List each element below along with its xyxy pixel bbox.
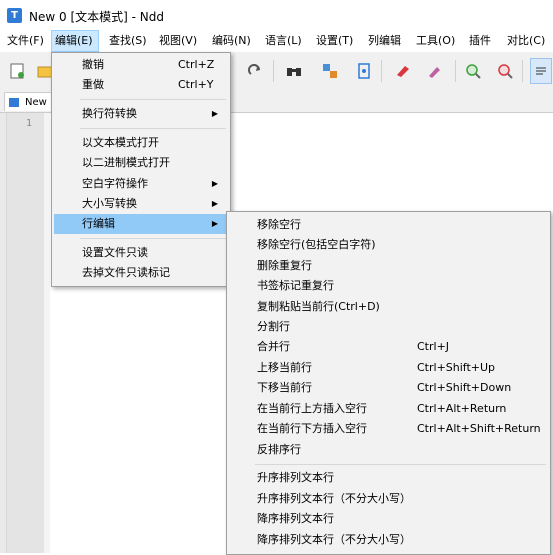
menu-item-split-lines[interactable]: 分割行 xyxy=(229,317,548,337)
toolbar-separator xyxy=(381,60,382,82)
window-title: New 0 [文本模式] - Ndd xyxy=(29,10,164,24)
submenu-arrow-icon: ▶ xyxy=(211,219,218,228)
zoom-in-icon[interactable] xyxy=(464,62,482,80)
find-binoculars-icon[interactable] xyxy=(285,62,303,80)
menu-item-move-down[interactable]: 下移当前行 Ctrl+Shift+Down xyxy=(229,378,548,398)
menu-search[interactable]: 查找(S) xyxy=(106,30,150,52)
menu-separator xyxy=(80,238,226,239)
submenu-arrow-icon: ▶ xyxy=(211,199,218,208)
menu-item-reverse[interactable]: 反排序行 xyxy=(229,440,548,460)
menu-item-bookmark-duplicates[interactable]: 书签标记重复行 xyxy=(229,276,548,296)
menu-item-move-up[interactable]: 上移当前行 Ctrl+Shift+Up xyxy=(229,358,548,378)
menu-column-edit[interactable]: 列编辑 xyxy=(365,30,404,52)
menu-item-open-text-mode[interactable]: 以文本模式打开 xyxy=(54,133,228,153)
menu-file[interactable]: 文件(F) xyxy=(4,30,47,52)
menu-separator xyxy=(255,464,546,465)
menu-view[interactable]: 视图(V) xyxy=(156,30,200,52)
submenu-arrow-icon: ▶ xyxy=(211,179,218,188)
menu-item-remove-empty-ws[interactable]: 移除空行(包括空白字符) xyxy=(229,235,548,255)
replace-icon[interactable] xyxy=(321,62,339,80)
redo-icon[interactable] xyxy=(246,62,264,80)
menu-item-insert-above[interactable]: 在当前行上方插入空行 Ctrl+Alt+Return xyxy=(229,399,548,419)
gutter-strip xyxy=(0,113,7,553)
menu-item-insert-below[interactable]: 在当前行下方插入空行 Ctrl+Alt+Shift+Return xyxy=(229,419,548,439)
menu-language[interactable]: 语言(L) xyxy=(262,30,305,52)
menu-item-duplicate-line[interactable]: 复制粘贴当前行(Ctrl+D) xyxy=(229,297,548,317)
line-number-gutter: 1 xyxy=(0,113,50,553)
menu-item-undo[interactable]: 撤销 Ctrl+Z xyxy=(54,55,228,75)
menu-separator xyxy=(80,99,226,100)
menu-item-line-edit[interactable]: 行编辑 ▶ xyxy=(54,214,228,234)
menu-item-set-readonly[interactable]: 设置文件只读 xyxy=(54,243,228,263)
menu-compare[interactable]: 对比(C) xyxy=(504,30,548,52)
new-file-icon[interactable] xyxy=(8,62,26,80)
menu-item-open-binary-mode[interactable]: 以二进制模式打开 xyxy=(54,153,228,173)
wrap-lines-icon[interactable] xyxy=(530,58,552,84)
menu-item-remove-empty[interactable]: 移除空行 xyxy=(229,215,548,235)
toolbar-separator xyxy=(522,60,523,82)
toolbar-separator xyxy=(273,60,274,82)
clear-marker-icon[interactable] xyxy=(426,62,444,80)
fold-margin xyxy=(44,113,50,553)
menu-item-sort-asc[interactable]: 升序排列文本行 xyxy=(229,468,548,488)
document-icon xyxy=(9,97,19,107)
submenu-arrow-icon: ▶ xyxy=(211,109,218,118)
menu-item-case-convert[interactable]: 大小写转换 ▶ xyxy=(54,194,228,214)
tab-label: New xyxy=(25,97,47,108)
line-edit-submenu: 移除空行 移除空行(包括空白字符) 删除重复行 书签标记重复行 复制粘贴当前行(… xyxy=(226,211,551,555)
menu-item-whitespace-ops[interactable]: 空白字符操作 ▶ xyxy=(54,174,228,194)
menu-item-redo[interactable]: 重做 Ctrl+Y xyxy=(54,75,228,95)
menu-item-sort-desc[interactable]: 降序排列文本行 xyxy=(229,509,548,529)
zoom-out-icon[interactable] xyxy=(496,62,514,80)
menu-item-remove-duplicates[interactable]: 删除重复行 xyxy=(229,256,548,276)
menu-item-sort-asc-ci[interactable]: 升序排列文本行（不分大小写） xyxy=(229,489,548,509)
menu-settings[interactable]: 设置(T) xyxy=(313,30,356,52)
toolbar-separator xyxy=(455,60,456,82)
menu-item-eol-convert[interactable]: 换行符转换 ▶ xyxy=(54,104,228,124)
menu-tools[interactable]: 工具(O) xyxy=(413,30,458,52)
menu-item-join-lines[interactable]: 合并行 Ctrl+J xyxy=(229,337,548,357)
edit-menu: 撤销 Ctrl+Z 重做 Ctrl+Y 换行符转换 ▶ 以文本模式打开 以二进制… xyxy=(51,52,231,287)
menu-item-sort-desc-ci[interactable]: 降序排列文本行（不分大小写） xyxy=(229,530,548,550)
menu-plugins[interactable]: 插件 xyxy=(466,30,494,52)
highlight-marker-icon[interactable] xyxy=(394,62,412,80)
title-bar: T New 0 [文本模式] - Ndd xyxy=(0,0,553,30)
app-icon: T xyxy=(7,8,22,23)
bookmark-icon[interactable] xyxy=(355,62,373,80)
menu-item-remove-readonly[interactable]: 去掉文件只读标记 xyxy=(54,263,228,283)
menu-edit[interactable]: 编辑(E) xyxy=(51,30,99,52)
menu-separator xyxy=(80,128,226,129)
line-number: 1 xyxy=(26,118,33,129)
menu-encoding[interactable]: 编码(N) xyxy=(209,30,254,52)
menu-bar: 文件(F) 编辑(E) 查找(S) 视图(V) 编码(N) 语言(L) 设置(T… xyxy=(0,30,553,52)
